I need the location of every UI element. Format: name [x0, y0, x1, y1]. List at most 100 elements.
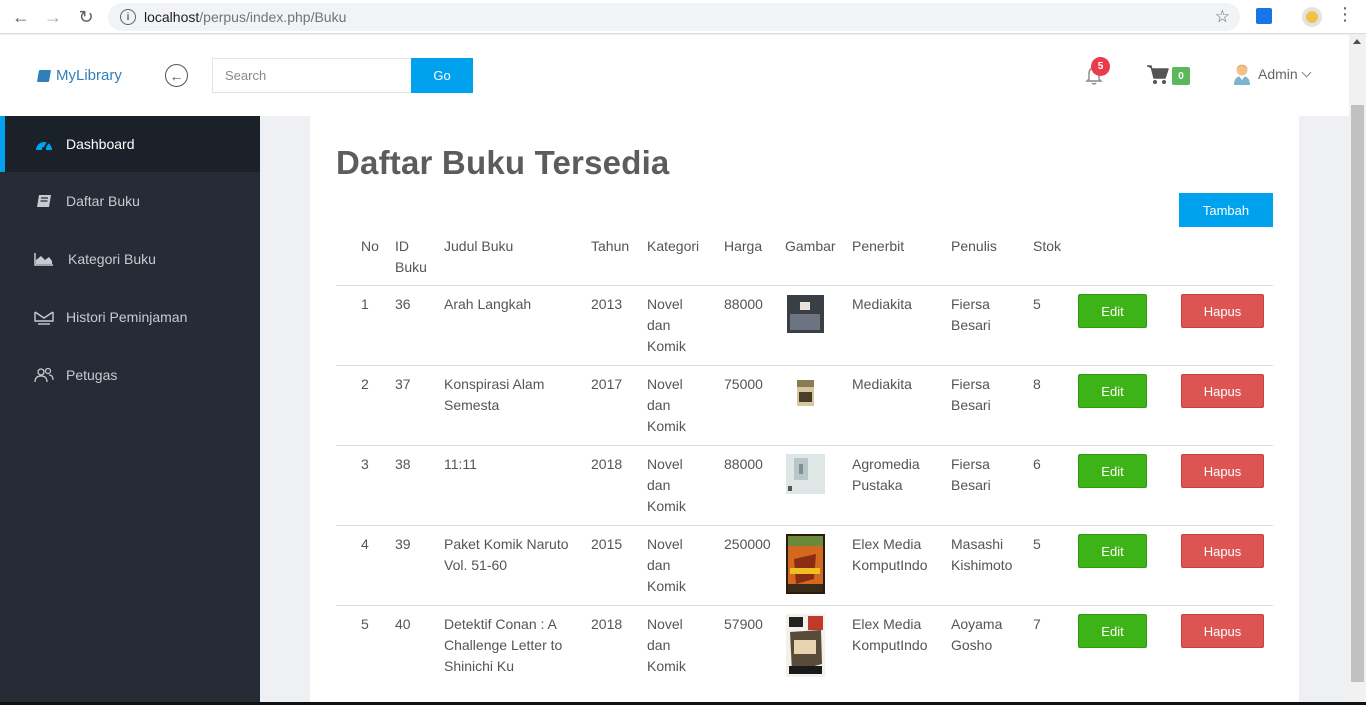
page-title: Daftar Buku Tersedia: [336, 144, 670, 181]
history-icon: [34, 309, 54, 325]
brand-link[interactable]: MyLibrary: [36, 67, 122, 84]
cell-tahun: 2018: [591, 456, 623, 472]
cell-id: 36: [395, 296, 411, 312]
edit-button[interactable]: Edit: [1078, 294, 1147, 328]
cell-kategori: Novel dan Komik: [647, 456, 686, 514]
table-row: 1 36 Arah Langkah 2013 Novel dan Komik 8…: [336, 286, 1273, 366]
cell-harga: 57900: [724, 616, 763, 632]
delete-button[interactable]: Hapus: [1181, 454, 1264, 488]
sidebar-item-kategori-buku[interactable]: Kategori Buku: [0, 230, 260, 288]
cell-penerbit: Agromedia Pustaka: [852, 456, 920, 493]
cart-icon[interactable]: [1146, 64, 1170, 86]
app-header: MyLibrary ← Go 5 0 Admin: [0, 35, 1349, 116]
cell-no: 3: [361, 456, 369, 472]
scroll-thumb[interactable]: [1351, 105, 1364, 682]
browser-menu-icon[interactable]: ⋮: [1336, 4, 1354, 25]
sidebar-item-petugas[interactable]: Petugas: [0, 346, 260, 404]
sidebar-item-label: Daftar Buku: [66, 193, 140, 209]
edit-button[interactable]: Edit: [1078, 534, 1147, 568]
user-menu[interactable]: Admin: [1258, 66, 1312, 82]
column-header: Tahun: [591, 238, 630, 254]
cell-penerbit: Mediakita: [852, 296, 912, 312]
cell-no: 5: [361, 616, 369, 632]
scroll-up-arrow-icon[interactable]: [1353, 39, 1361, 44]
book-cover-image: [786, 614, 825, 677]
notification-badge: 5: [1091, 57, 1110, 76]
site-info-icon[interactable]: i: [120, 9, 136, 25]
browser-toolbar: ← → ↻ i localhost/perpus/index.php/Buku …: [0, 0, 1366, 34]
search-input[interactable]: [212, 58, 412, 93]
edit-button[interactable]: Edit: [1078, 614, 1147, 648]
books-table: No ID Buku Judul Buku Tahun Kategori Har…: [336, 236, 1273, 686]
sidebar-toggle-arrow-icon[interactable]: ←: [165, 64, 188, 87]
cell-no: 4: [361, 536, 369, 552]
cell-stok: 6: [1033, 456, 1041, 472]
cell-kategori: Novel dan Komik: [647, 536, 686, 594]
profile-emoji-icon[interactable]: [1302, 7, 1322, 27]
cell-penulis: Aoyama Gosho: [951, 616, 1003, 653]
column-header: Penerbit: [852, 238, 905, 254]
user-avatar-icon[interactable]: [1233, 63, 1251, 85]
cell-harga: 250000: [724, 536, 771, 552]
add-book-button[interactable]: Tambah: [1179, 193, 1273, 227]
cart-count-badge: 0: [1172, 67, 1190, 85]
sidebar-item-histori[interactable]: Histori Peminjaman: [0, 288, 260, 346]
table-row: 2 37 Konspirasi Alam Semesta 2017 Novel …: [336, 366, 1273, 446]
cell-stok: 8: [1033, 376, 1041, 392]
url-host: localhost: [144, 9, 200, 25]
edit-button[interactable]: Edit: [1078, 374, 1147, 408]
cell-penulis: Fiersa Besari: [951, 376, 991, 413]
cell-no: 1: [361, 296, 369, 312]
search-go-button[interactable]: Go: [411, 58, 473, 93]
table-row: 3 38 11:11 2018 Novel dan Komik 88000 Ag…: [336, 446, 1273, 526]
cell-penerbit: Elex Media KomputIndo: [852, 616, 928, 653]
column-header: Judul Buku: [444, 238, 514, 254]
delete-button[interactable]: Hapus: [1181, 534, 1264, 568]
page-scrollbar[interactable]: [1349, 35, 1366, 705]
address-bar[interactable]: i localhost/perpus/index.php/Buku ☆: [108, 3, 1240, 31]
cell-judul: Detektif Conan : A Challenge Letter to S…: [444, 616, 563, 674]
column-header: Penulis: [951, 238, 997, 254]
cell-judul: Arah Langkah: [444, 296, 532, 312]
cell-tahun: 2013: [591, 296, 623, 312]
edit-button[interactable]: Edit: [1078, 454, 1147, 488]
sidebar-item-daftar-buku[interactable]: Daftar Buku: [0, 172, 260, 230]
cell-no: 2: [361, 376, 369, 392]
sidebar-item-label: Kategori Buku: [68, 251, 156, 267]
cell-id: 37: [395, 376, 411, 392]
reload-icon[interactable]: ↻: [71, 2, 101, 32]
book-cover-image: [786, 534, 825, 594]
cell-penerbit: Mediakita: [852, 376, 912, 392]
cell-stok: 5: [1033, 536, 1041, 552]
column-header: Harga: [724, 238, 763, 254]
url-path: /perpus/index.php/Buku: [199, 9, 347, 25]
extension-icon[interactable]: [1256, 8, 1272, 24]
sidebar-item-dashboard[interactable]: Dashboard: [0, 116, 260, 172]
chevron-down-icon: [1301, 67, 1312, 77]
content-panel: Daftar Buku Tersedia Tambah No ID Buku J…: [310, 116, 1299, 705]
cell-penulis: Masashi Kishimoto: [951, 536, 1013, 573]
table-row: 5 40 Detektif Conan : A Challenge Letter…: [336, 606, 1273, 686]
delete-button[interactable]: Hapus: [1181, 294, 1264, 328]
column-header: ID Buku: [395, 238, 427, 275]
cell-harga: 88000: [724, 456, 763, 472]
brand-label: MyLibrary: [56, 67, 122, 84]
bookmark-star-icon[interactable]: ☆: [1215, 7, 1230, 27]
cell-tahun: 2017: [591, 376, 623, 392]
cell-judul: Konspirasi Alam Semesta: [444, 376, 545, 413]
delete-button[interactable]: Hapus: [1181, 374, 1264, 408]
user-name: Admin: [1258, 66, 1298, 82]
cell-id: 38: [395, 456, 411, 472]
cell-harga: 88000: [724, 296, 763, 312]
delete-button[interactable]: Hapus: [1181, 614, 1264, 648]
cell-judul: 11:11: [444, 456, 477, 472]
cell-stok: 7: [1033, 616, 1041, 632]
sidebar-item-label: Dashboard: [66, 136, 135, 152]
cell-id: 39: [395, 536, 411, 552]
cell-tahun: 2018: [591, 616, 623, 632]
cell-penerbit: Elex Media KomputIndo: [852, 536, 928, 573]
forward-arrow-icon[interactable]: →: [38, 2, 68, 32]
back-arrow-icon[interactable]: ←: [6, 2, 36, 32]
table-row: 4 39 Paket Komik Naruto Vol. 51-60 2015 …: [336, 526, 1273, 606]
column-header: Gambar: [785, 238, 836, 254]
